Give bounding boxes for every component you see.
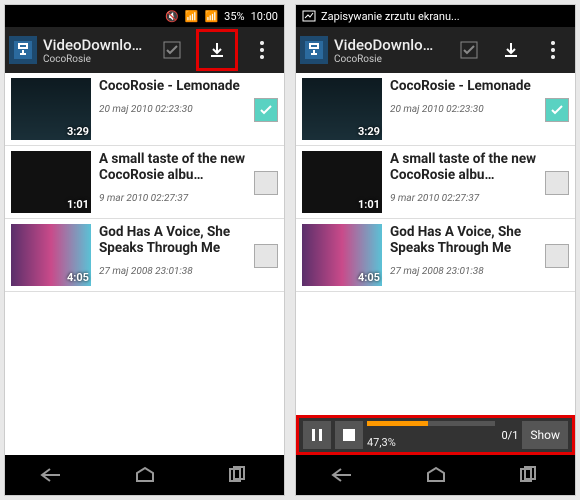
clock: 10:00 (251, 10, 278, 23)
duration: 4:05 (67, 271, 89, 284)
video-date: 20 maj 2010 02:23:30 (390, 104, 537, 115)
title-box: VideoDownlo… CocoRosie (334, 36, 445, 65)
thumbnail[interactable]: 3:29 (302, 78, 382, 140)
list-item[interactable]: 4:05 God Has A Voice, She Speaks Through… (296, 219, 575, 292)
duration: 3:29 (67, 125, 89, 138)
list-item[interactable]: 1:01 A small taste of the new CocoRosie … (296, 146, 575, 219)
overflow-menu[interactable] (535, 32, 571, 68)
notification-text: Zapisywanie zrzutu ekranu... (321, 10, 460, 23)
duration: 1:01 (358, 198, 380, 211)
thumbnail[interactable]: 3:29 (11, 78, 91, 140)
checkbox[interactable] (254, 244, 278, 268)
duration: 3:29 (358, 125, 380, 138)
back-button[interactable] (329, 466, 357, 484)
video-list: 3:29 CocoRosie - Lemonade 20 maj 2010 02:… (5, 73, 284, 455)
checkbox[interactable] (545, 171, 569, 195)
title-box: VideoDownlo… CocoRosie (43, 36, 148, 65)
video-title: God Has A Voice, She Speaks Through Me (390, 224, 537, 256)
download-button[interactable] (493, 32, 529, 68)
home-button[interactable] (422, 466, 450, 484)
list-item[interactable]: 3:29 CocoRosie - Lemonade 20 maj 2010 02:… (296, 73, 575, 146)
pause-button[interactable] (303, 421, 331, 449)
app-icon[interactable] (9, 36, 37, 64)
app-title: VideoDownlo… (334, 36, 445, 54)
app-icon[interactable] (300, 36, 328, 64)
phone-right: Zapisywanie zrzutu ekranu... VideoDownlo… (295, 4, 576, 496)
duration: 1:01 (67, 198, 89, 211)
status-bar: 🔇 📶 📶 35% 10:00 (5, 5, 284, 27)
screenshot-icon (302, 10, 316, 22)
appbar: VideoDownlo… CocoRosie (296, 27, 575, 73)
nav-bar (5, 455, 284, 495)
back-button[interactable] (38, 466, 66, 484)
checkbox[interactable] (545, 98, 569, 122)
stop-button[interactable] (335, 421, 363, 449)
recent-button[interactable] (515, 466, 543, 484)
mute-icon: 🔇 (165, 10, 179, 23)
app-title: VideoDownlo… (43, 36, 148, 54)
status-bar: Zapisywanie zrzutu ekranu... (296, 5, 575, 27)
video-title: God Has A Voice, She Speaks Through Me (99, 224, 246, 256)
video-date: 9 mar 2010 02:27:37 (390, 193, 537, 204)
checkbox[interactable] (545, 244, 569, 268)
select-all-button[interactable] (451, 32, 487, 68)
video-date: 27 maj 2008 23:01:38 (390, 266, 537, 277)
video-list: 3:29 CocoRosie - Lemonade 20 maj 2010 02:… (296, 73, 575, 415)
video-title: A small taste of the new CocoRosie albu… (99, 151, 246, 183)
battery-pct: 35% (224, 10, 244, 23)
show-button[interactable]: Show (522, 421, 568, 449)
thumbnail[interactable]: 4:05 (11, 224, 91, 286)
video-date: 9 mar 2010 02:27:37 (99, 193, 246, 204)
home-button[interactable] (131, 466, 159, 484)
thumbnail[interactable]: 4:05 (302, 224, 382, 286)
wifi-icon: 📶 (185, 10, 199, 23)
list-item[interactable]: 4:05 God Has A Voice, She Speaks Through… (5, 219, 284, 292)
download-bar: 47,3% 0/1 Show (296, 415, 575, 455)
select-all-button[interactable] (154, 32, 190, 68)
video-title: A small taste of the new CocoRosie albu… (390, 151, 537, 183)
progress-counter: 0/1 (501, 429, 518, 442)
thumbnail[interactable]: 1:01 (11, 151, 91, 213)
progress-bar (367, 421, 495, 426)
thumbnail[interactable]: 1:01 (302, 151, 382, 213)
app-subtitle: CocoRosie (334, 54, 445, 65)
checkbox[interactable] (254, 98, 278, 122)
appbar: VideoDownlo… CocoRosie (5, 27, 284, 73)
list-item[interactable]: 1:01 A small taste of the new CocoRosie … (5, 146, 284, 219)
nav-bar (296, 455, 575, 495)
video-title: CocoRosie - Lemonade (390, 78, 537, 94)
progress: 47,3% 0/1 (367, 421, 518, 449)
video-date: 20 maj 2010 02:23:30 (99, 104, 246, 115)
progress-percent: 47,3% (367, 436, 495, 449)
signal-icon: 📶 (204, 10, 218, 23)
overflow-menu[interactable] (244, 32, 280, 68)
video-title: CocoRosie - Lemonade (99, 78, 246, 94)
video-date: 27 maj 2008 23:01:38 (99, 266, 246, 277)
app-subtitle: CocoRosie (43, 54, 148, 65)
phone-left: 🔇 📶 📶 35% 10:00 VideoDownlo… CocoRosie (4, 4, 285, 496)
checkbox[interactable] (254, 171, 278, 195)
duration: 4:05 (358, 271, 380, 284)
list-item[interactable]: 3:29 CocoRosie - Lemonade 20 maj 2010 02:… (5, 73, 284, 146)
recent-button[interactable] (224, 466, 252, 484)
download-button[interactable] (196, 29, 238, 71)
